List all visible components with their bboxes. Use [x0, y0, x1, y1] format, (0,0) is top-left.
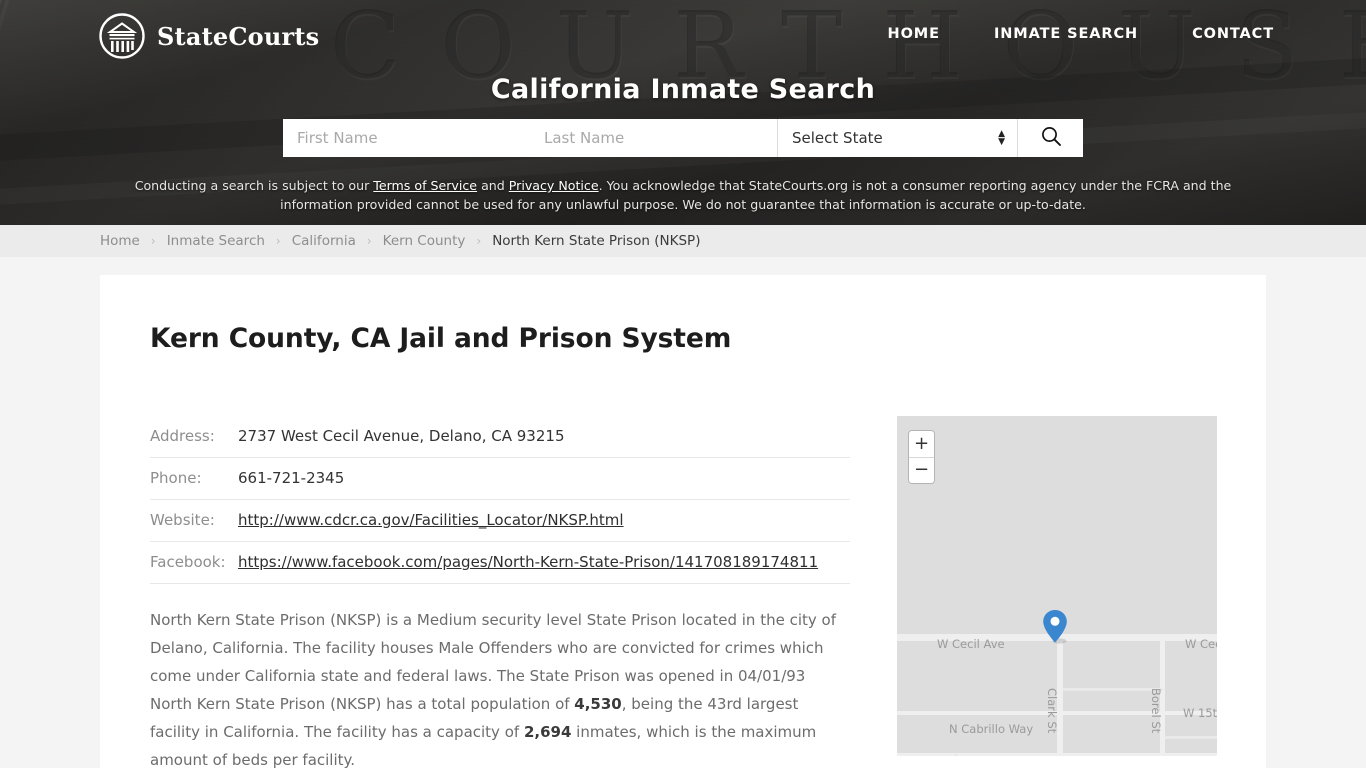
nav-item-inmate-search[interactable]: INMATE SEARCH: [994, 26, 1138, 42]
inmate-search-form: Select State ▲▼: [283, 119, 1083, 157]
map-label-borel-st: Borel St: [1149, 688, 1163, 734]
main-navigation: HOME INMATE SEARCH CONTACT: [888, 26, 1274, 42]
table-row: Phone: 661-721-2345: [150, 457, 850, 500]
map-column: W Cecil Ave W Cec Clark St Borel St N Ca…: [897, 416, 1217, 768]
road-vertical-small: [955, 754, 958, 756]
info-label-facebook: Facebook:: [150, 541, 238, 584]
disclaimer-part-1: Conducting a search is subject to our: [134, 178, 374, 193]
table-row: Website: http://www.cdcr.ca.gov/Faciliti…: [150, 499, 850, 542]
chevron-right-icon: ›: [476, 234, 482, 248]
search-disclaimer: Conducting a search is subject to our Te…: [133, 176, 1233, 214]
facility-info-table: Address: 2737 West Cecil Avenue, Delano,…: [150, 416, 850, 584]
info-value-address: 2737 West Cecil Avenue, Delano, CA 93215: [238, 416, 850, 458]
facility-map[interactable]: W Cecil Ave W Cec Clark St Borel St N Ca…: [897, 416, 1217, 756]
breadcrumb-item-current: North Kern State Prison (NKSP): [492, 233, 701, 249]
facility-details-column: Address: 2737 West Cecil Avenue, Delano,…: [150, 416, 850, 768]
content-card: Kern County, CA Jail and Prison System A…: [100, 275, 1266, 768]
courthouse-circle-icon: [98, 12, 146, 60]
chevron-right-icon: ›: [275, 234, 281, 248]
info-value-website: http://www.cdcr.ca.gov/Facilities_Locato…: [238, 499, 850, 542]
facility-description: North Kern State Prison (NKSP) is a Medi…: [150, 606, 850, 768]
first-name-input[interactable]: [283, 119, 530, 157]
hero-title: California Inmate Search: [490, 74, 876, 105]
map-label-w-cecil-ave: W Cecil Ave: [937, 637, 1005, 651]
map-label-w-cecil-right: W Cec: [1185, 637, 1217, 651]
select-chevrons-icon: ▲ ▼: [998, 129, 1005, 147]
info-value-phone: 661-721-2345: [238, 457, 850, 500]
breadcrumb: Home › Inmate Search › California › Kern…: [0, 225, 1366, 257]
state-select-value: Select State: [792, 129, 883, 147]
disclaimer-part-2: and: [477, 178, 509, 193]
table-row: Facebook: https://www.facebook.com/pages…: [150, 541, 850, 584]
map-pin-icon: [1042, 609, 1069, 651]
site-header: COURTHOUSE StateCourts HOME INMATE SEARC…: [0, 0, 1366, 225]
info-label-phone: Phone:: [150, 457, 238, 500]
privacy-notice-link[interactable]: Privacy Notice: [509, 178, 599, 193]
terms-of-service-link[interactable]: Terms of Service: [373, 178, 477, 193]
map-label-n-cabrillo-way: N Cabrillo Way: [949, 722, 1034, 736]
page-body: Kern County, CA Jail and Prison System A…: [0, 257, 1366, 768]
map-zoom-controls: + −: [908, 430, 935, 484]
page-title: Kern County, CA Jail and Prison System: [150, 323, 732, 354]
nav-item-home[interactable]: HOME: [888, 26, 940, 42]
road-w-15th-lower: [1165, 736, 1217, 739]
breadcrumb-item-california[interactable]: California: [292, 233, 356, 249]
total-population-value: 4,530: [574, 695, 622, 713]
map-label-w-15th-upper: W 15th: [1183, 706, 1217, 720]
capacity-value: 2,694: [523, 723, 572, 741]
info-label-website: Website:: [150, 499, 238, 542]
search-icon: [1040, 125, 1062, 151]
map-label-clark-st: Clark St: [1045, 688, 1059, 734]
search-button[interactable]: [1017, 119, 1083, 157]
brand-logo-link[interactable]: StateCourts: [98, 12, 319, 60]
info-label-address: Address:: [150, 416, 238, 458]
road-w-15th-upper: [1063, 688, 1163, 691]
breadcrumb-item-kern-county[interactable]: Kern County: [383, 233, 466, 249]
nav-item-contact[interactable]: CONTACT: [1192, 26, 1274, 42]
last-name-input[interactable]: [530, 119, 777, 157]
facebook-link[interactable]: https://www.facebook.com/pages/North-Ker…: [238, 553, 818, 571]
state-select[interactable]: Select State ▲ ▼: [777, 119, 1017, 157]
map-zoom-out-button[interactable]: −: [909, 457, 934, 483]
info-value-facebook: https://www.facebook.com/pages/North-Ker…: [238, 541, 850, 584]
chevron-right-icon: ›: [366, 234, 372, 248]
chevron-right-icon: ›: [150, 234, 156, 248]
brand-name: StateCourts: [157, 21, 320, 51]
website-link[interactable]: http://www.cdcr.ca.gov/Facilities_Locato…: [238, 511, 624, 529]
map-zoom-in-button[interactable]: +: [909, 431, 934, 457]
table-row: Address: 2737 West Cecil Avenue, Delano,…: [150, 416, 850, 458]
breadcrumb-item-home[interactable]: Home: [100, 233, 140, 249]
breadcrumb-item-inmate-search[interactable]: Inmate Search: [167, 233, 265, 249]
